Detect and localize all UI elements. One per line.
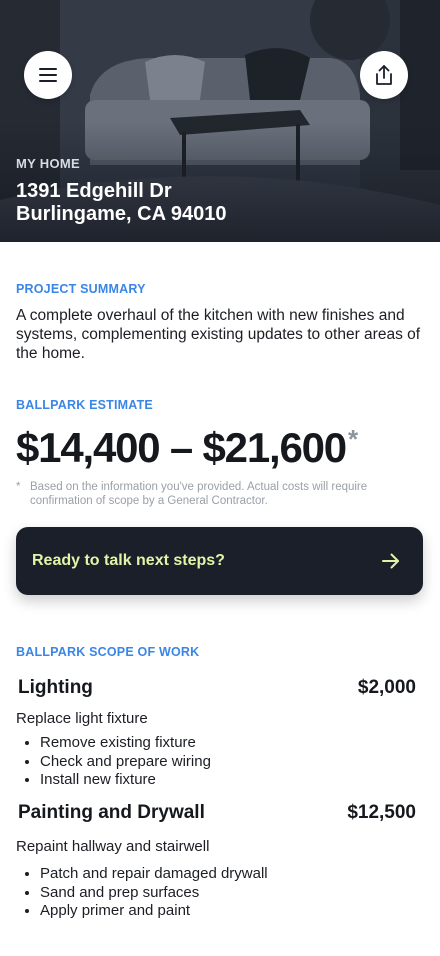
project-summary-text: A complete overhaul of the kitchen with … (16, 307, 421, 362)
scope-task: Patch and repair damaged drywall (40, 865, 268, 884)
scope-task-list: Remove existing fixture Check and prepar… (16, 734, 211, 790)
scope-item-title: Painting and Drywall (18, 802, 205, 823)
estimate-range: $14,400 – $21,600* (16, 424, 358, 472)
home-address: 1391 Edgehill Dr Burlingame, CA 94010 (16, 180, 226, 226)
scope-task: Sand and prep surfaces (40, 884, 268, 903)
menu-button[interactable] (24, 51, 72, 99)
disclaimer-text: Based on the information you've provided… (30, 481, 368, 507)
share-button[interactable] (360, 51, 408, 99)
scope-of-work-label: BALLPARK SCOPE OF WORK (16, 645, 200, 659)
address-line-2: Burlingame, CA 94010 (16, 203, 227, 225)
next-steps-button[interactable]: Ready to talk next steps? (16, 527, 423, 595)
scope-item-lighting: Lighting $2,000 (18, 677, 416, 699)
scope-task: Apply primer and paint (40, 902, 268, 921)
estimate-value: $14,400 – $21,600 (16, 424, 347, 471)
ballpark-estimate-label: BALLPARK ESTIMATE (16, 398, 153, 412)
scope-item-painting-drywall: Painting and Drywall $12,500 (18, 802, 416, 824)
scope-task: Check and prepare wiring (40, 753, 211, 772)
estimate-disclaimer: * Based on the information you've provid… (16, 480, 424, 508)
hero-banner: MY HOME 1391 Edgehill Dr Burlingame, CA … (0, 0, 440, 242)
menu-icon (39, 68, 57, 82)
scope-item-price: $12,500 (347, 802, 416, 823)
share-icon (376, 65, 392, 85)
address-line-1: 1391 Edgehill Dr (16, 180, 172, 202)
estimate-asterisk: * (347, 424, 358, 454)
scope-task: Install new fixture (40, 771, 211, 790)
next-steps-label: Ready to talk next steps? (32, 552, 225, 569)
scope-item-description: Repaint hallway and stairwell (16, 838, 210, 855)
scope-task: Remove existing fixture (40, 734, 211, 753)
my-home-label: MY HOME (16, 156, 80, 171)
scope-item-price: $2,000 (357, 677, 416, 698)
arrow-right-icon (381, 552, 401, 570)
scope-task-list: Patch and repair damaged drywall Sand an… (16, 865, 268, 921)
scope-item-title: Lighting (18, 677, 93, 698)
project-summary-label: PROJECT SUMMARY (16, 282, 146, 296)
scope-item-description: Replace light fixture (16, 710, 148, 727)
disclaimer-mark: * (16, 481, 21, 493)
